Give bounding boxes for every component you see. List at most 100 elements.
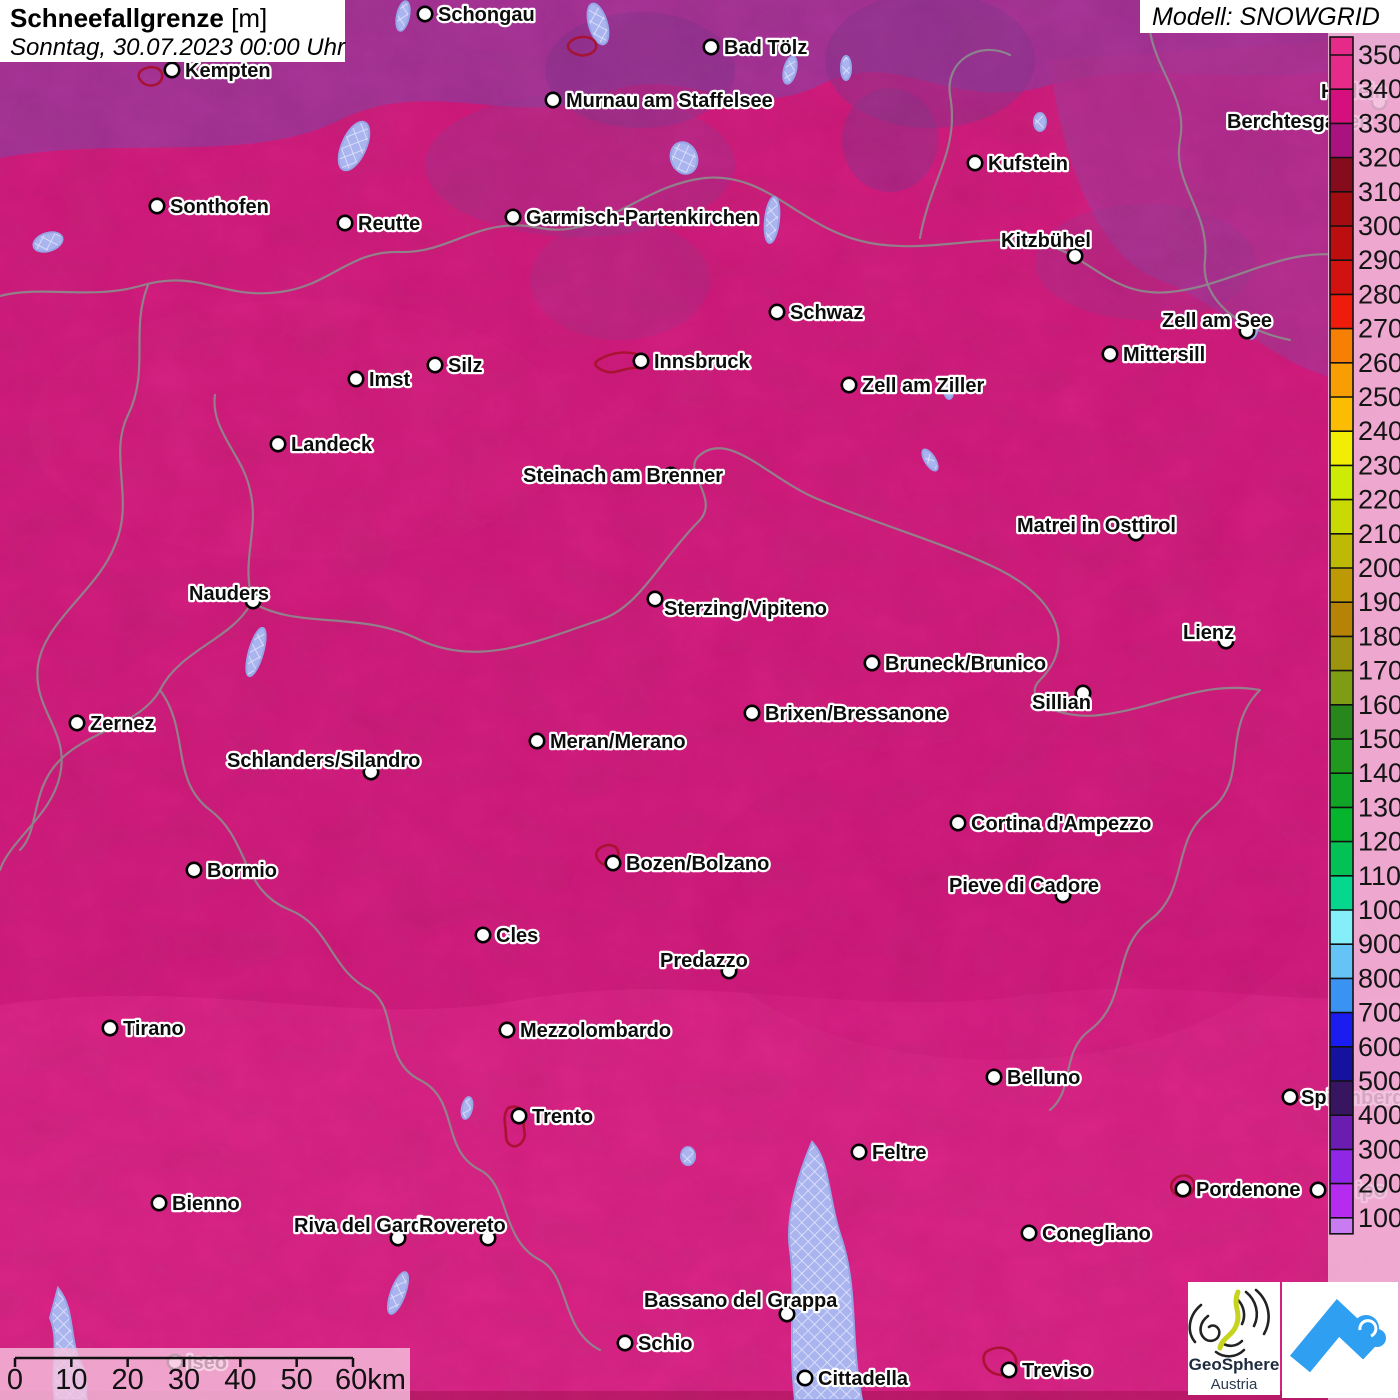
colorbar-tick-label: 2700: [1358, 314, 1400, 344]
colorbar-tick-label: 100: [1358, 1203, 1400, 1233]
city-label: Meran/Merano: [550, 731, 686, 753]
city-label: Bad Tölz: [724, 37, 807, 59]
colorbar-tick-label: 2100: [1358, 519, 1400, 549]
colorbar-tick-label: 1000: [1358, 895, 1400, 925]
city-dot: [1281, 1088, 1299, 1106]
city-dot: [863, 654, 881, 672]
city-label: Lienz: [1183, 622, 1234, 644]
colorbar-segment: [1330, 944, 1353, 979]
colorbar-segment: [1330, 1115, 1353, 1150]
city-label: Zernez: [90, 713, 154, 735]
city-label: Silz: [448, 355, 482, 377]
city-label: Cles: [496, 925, 538, 947]
city-label: Schio: [638, 1333, 692, 1355]
city-label: Bruneck/Brunico: [885, 653, 1046, 675]
city-dot: [1020, 1224, 1038, 1242]
colorbar-tick-label: 600: [1358, 1032, 1400, 1062]
colorbar-segment: [1330, 1012, 1353, 1048]
colorbar-segment: [1330, 1081, 1353, 1116]
colorbar-segment: [1330, 875, 1353, 911]
city-label: Conegliano: [1042, 1223, 1151, 1245]
colorbar-tick-label: 2200: [1358, 485, 1400, 515]
colorbar-tick-label: 800: [1358, 963, 1400, 993]
colorbar-segment: [1330, 739, 1353, 774]
colorbar-segment: [1330, 910, 1353, 945]
colorbar-tick-label: 2300: [1358, 450, 1400, 480]
city-dot: [163, 61, 181, 79]
colorbar-segment: [1330, 636, 1353, 672]
city-dot: [632, 352, 650, 370]
city-dot: [604, 854, 622, 872]
city-label: Treviso: [1022, 1360, 1092, 1382]
colorbar-segment: [1330, 123, 1353, 159]
colorbar-segment: [1330, 533, 1353, 569]
colorbar-tick-label: 1800: [1358, 621, 1400, 651]
colorbar-segment: [1330, 294, 1353, 330]
model-box: Modell: SNOWGRID: [1140, 0, 1400, 33]
city-dot: [840, 376, 858, 394]
geosphere-wordmark: GeoSphere: [1189, 1355, 1280, 1374]
city-label: Bozen/Bolzano: [626, 853, 769, 875]
colorbar-tick-label: 300: [1358, 1134, 1400, 1164]
city-dot: [768, 303, 786, 321]
city-label: Cortina d'Ampezzo: [971, 813, 1151, 835]
city-dot: [150, 1194, 168, 1212]
geosphere-country: Austria: [1211, 1376, 1258, 1393]
city-dot: [504, 208, 522, 226]
city-label: Garmisch-Partenkirchen: [526, 207, 758, 229]
colorbar-tick-label: 3500: [1358, 40, 1400, 70]
city-dot: [68, 714, 86, 732]
colorbar-tick-label: 1300: [1358, 792, 1400, 822]
city-label: Kufstein: [988, 153, 1068, 175]
colorbar-tick-label: 2000: [1358, 553, 1400, 583]
city-label: Schongau: [438, 4, 535, 26]
colorbar-tick-label: 2900: [1358, 245, 1400, 275]
city-dot: [498, 1021, 516, 1039]
colorbar-segment: [1330, 568, 1353, 603]
city-label: Sillian: [1032, 692, 1091, 714]
city-label: Matrei in Osttirol: [1017, 515, 1176, 537]
colorbar-segment: [1330, 1217, 1353, 1234]
city-label: Murnau am Staffelsee: [566, 90, 773, 112]
model-label: Modell: SNOWGRID: [1152, 3, 1380, 31]
city-dot: [474, 926, 492, 944]
city-label: Landeck: [291, 434, 373, 456]
city-dot: [347, 370, 365, 388]
colorbar-segment: [1330, 431, 1353, 466]
colorbar-tick-label: 1100: [1358, 861, 1400, 891]
city-label: Innsbruck: [654, 351, 750, 373]
city-label: Kempten: [185, 60, 271, 82]
city-dot: [646, 590, 664, 608]
colorbar-tick-label: 3400: [1358, 74, 1400, 104]
city-label: Sterzing/Vipiteno: [664, 598, 827, 620]
colorbar-tick-label: 2800: [1358, 279, 1400, 309]
scale-tick-label: 0: [7, 1364, 23, 1396]
city-dot: [1309, 1181, 1327, 1199]
city-label: Cittadella: [818, 1368, 909, 1390]
colorbar-tick-label: 700: [1358, 998, 1400, 1028]
scale-tick-label: 60km: [335, 1364, 406, 1396]
colorbar-segment: [1330, 191, 1353, 227]
city-label: Bormio: [207, 860, 277, 882]
city-label: Steinach am Brenner: [523, 465, 723, 487]
colorbar-segment: [1330, 1149, 1353, 1185]
city-label: Feltre: [872, 1142, 926, 1164]
city-dot: [702, 38, 720, 56]
city-label: Pordenone: [1196, 1179, 1300, 1201]
colorbar-tick-label: 1700: [1358, 656, 1400, 686]
city-dot: [544, 91, 562, 109]
colorbar-tick-label: 500: [1358, 1066, 1400, 1096]
city-dot: [949, 814, 967, 832]
colorbar-segment: [1330, 773, 1353, 808]
city-label: Trento: [532, 1106, 593, 1128]
colorbar-segment: [1330, 362, 1353, 398]
city-dot: [185, 861, 203, 879]
colorbar-tick-label: 3200: [1358, 143, 1400, 173]
city-label: Brixen/Bressanone: [765, 703, 947, 725]
partner-logo: [1282, 1282, 1398, 1398]
colorbar-segment: [1330, 89, 1353, 124]
colorbar-segment: [1330, 1183, 1353, 1219]
colorbar-segment: [1330, 807, 1353, 843]
city-label: Reutte: [358, 213, 420, 235]
city-dot: [1101, 345, 1119, 363]
